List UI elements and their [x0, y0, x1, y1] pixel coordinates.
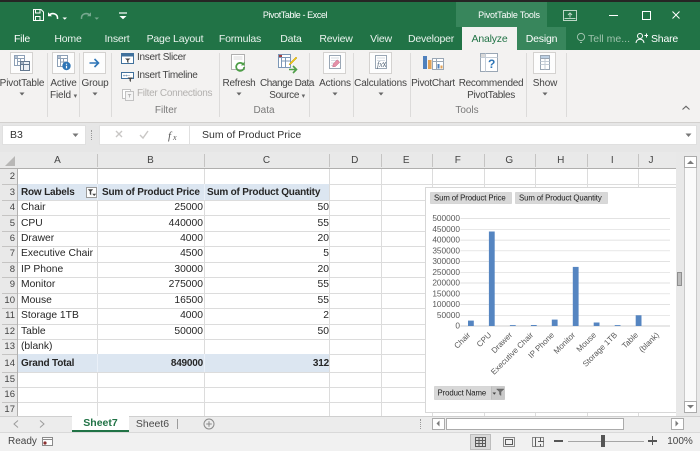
svg-text:300000: 300000: [432, 256, 460, 266]
svg-text:200000: 200000: [432, 278, 460, 288]
svg-text:250000: 250000: [432, 267, 460, 277]
svg-text:x: x: [172, 133, 177, 142]
svg-text:50000: 50000: [437, 310, 460, 320]
svg-text:?: ?: [488, 57, 495, 71]
svg-text:350000: 350000: [432, 245, 460, 255]
svg-text:Product Name: Product Name: [438, 389, 487, 398]
svg-text:450000: 450000: [432, 224, 460, 234]
svg-text:500000: 500000: [432, 213, 460, 223]
svg-text:100000: 100000: [432, 299, 460, 309]
svg-text:fx: fx: [377, 60, 383, 69]
svg-text:0: 0: [455, 321, 460, 331]
svg-text:Sum of Product Quantity: Sum of Product Quantity: [519, 193, 602, 202]
svg-text:Sum of Product Price: Sum of Product Price: [434, 193, 506, 202]
svg-text:150000: 150000: [432, 288, 460, 298]
svg-text:400000: 400000: [432, 235, 460, 245]
